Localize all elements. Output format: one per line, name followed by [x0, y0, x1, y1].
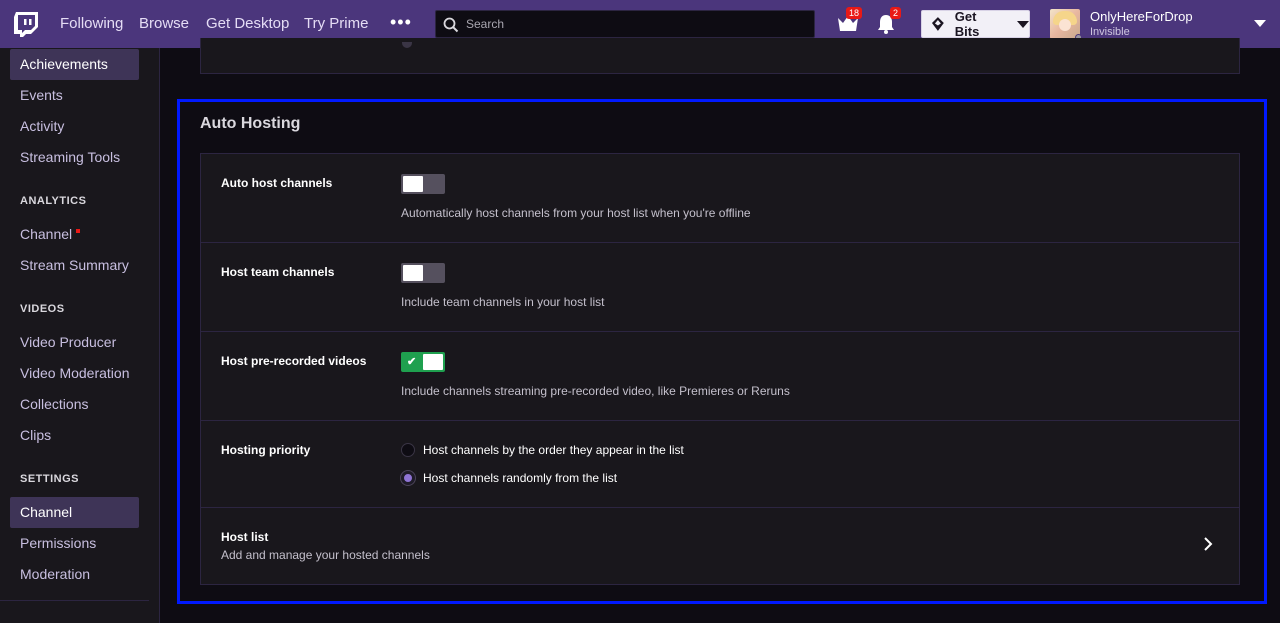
- sidebar-item-settings-channel[interactable]: Channel: [10, 497, 139, 528]
- user-menu-chevron-icon[interactable]: [1254, 20, 1266, 27]
- prime-badge: 18: [846, 7, 863, 19]
- new-indicator-icon: [76, 229, 81, 233]
- row-divider: [201, 242, 1239, 243]
- sidebar-item-permissions[interactable]: Permissions: [10, 528, 139, 559]
- row-divider: [201, 507, 1239, 508]
- section-title: Auto Hosting: [200, 115, 301, 132]
- chevron-right-icon[interactable]: [1200, 536, 1216, 552]
- priority-random-label[interactable]: Host channels randomly from the list: [423, 471, 617, 485]
- get-bits-button[interactable]: Get Bits: [921, 9, 1030, 39]
- sidebar-item-streaming-tools[interactable]: Streaming Tools: [10, 142, 139, 173]
- priority-random-radio[interactable]: [401, 471, 415, 485]
- nav-following[interactable]: Following: [60, 15, 123, 32]
- host-list-label[interactable]: Host list: [221, 530, 268, 544]
- sidebar-item-activity[interactable]: Activity: [10, 111, 139, 142]
- sidebar-item-events[interactable]: Events: [10, 80, 139, 111]
- previous-section-panel: [200, 38, 1240, 74]
- host-team-label: Host team channels: [221, 265, 335, 279]
- chevron-down-icon: [1017, 20, 1029, 28]
- get-bits-label: Get Bits: [954, 9, 980, 39]
- sidebar-item-stream-summary[interactable]: Stream Summary: [10, 250, 139, 281]
- sidebar-item-video-moderation[interactable]: Video Moderation: [10, 358, 139, 389]
- priority-order-label[interactable]: Host channels by the order they appear i…: [423, 443, 684, 457]
- priority-order-radio[interactable]: [401, 443, 415, 457]
- checkmark-icon: ✔: [407, 356, 417, 368]
- sidebar-heading-videos: VIDEOS: [20, 303, 65, 315]
- sidebar-item-label: Channel: [20, 226, 73, 242]
- search-icon: [443, 17, 459, 33]
- host-team-description: Include team channels in your host list: [401, 295, 605, 309]
- sidebar-item-analytics-channel[interactable]: Channel: [10, 219, 139, 250]
- sidebar-item-collections[interactable]: Collections: [10, 389, 139, 420]
- host-prerecorded-toggle[interactable]: ✔: [401, 352, 445, 372]
- hosting-priority-label: Hosting priority: [221, 443, 311, 457]
- sidebar-item-clips[interactable]: Clips: [10, 420, 139, 451]
- host-list-description: Add and manage your hosted channels: [221, 548, 430, 562]
- sidebar-divider: [0, 600, 149, 601]
- sidebar-heading-analytics: ANALYTICS: [20, 195, 87, 207]
- username[interactable]: OnlyHereForDrop: [1090, 9, 1193, 24]
- row-divider: [201, 420, 1239, 421]
- auto-host-toggle[interactable]: [401, 174, 445, 194]
- user-status: Invisible: [1090, 26, 1130, 38]
- nav-get-desktop[interactable]: Get Desktop: [206, 15, 289, 32]
- sidebar-item-video-producer[interactable]: Video Producer: [10, 327, 139, 358]
- sidebar: Achievements Events Activity Streaming T…: [0, 48, 160, 623]
- notifications-badge: 2: [890, 7, 902, 19]
- search-input[interactable]: [466, 14, 806, 34]
- sidebar-item-moderation[interactable]: Moderation: [10, 559, 139, 590]
- row-divider: [201, 331, 1239, 332]
- sidebar-heading-settings: SETTINGS: [20, 473, 80, 485]
- sidebar-item-achievements[interactable]: Achievements: [10, 49, 139, 80]
- more-menu-icon[interactable]: •••: [390, 12, 412, 33]
- host-prerecorded-description: Include channels streaming pre-recorded …: [401, 384, 790, 398]
- host-prerecorded-label: Host pre-recorded videos: [221, 354, 367, 368]
- bits-gem-icon: [931, 17, 944, 31]
- auto-host-label: Auto host channels: [221, 176, 333, 190]
- auto-host-description: Automatically host channels from your ho…: [401, 206, 751, 220]
- search-bar[interactable]: [435, 10, 815, 38]
- twitch-logo-icon[interactable]: [12, 10, 40, 38]
- nav-try-prime[interactable]: Try Prime: [304, 15, 368, 32]
- nav-browse[interactable]: Browse: [139, 15, 189, 32]
- host-team-toggle[interactable]: [401, 263, 445, 283]
